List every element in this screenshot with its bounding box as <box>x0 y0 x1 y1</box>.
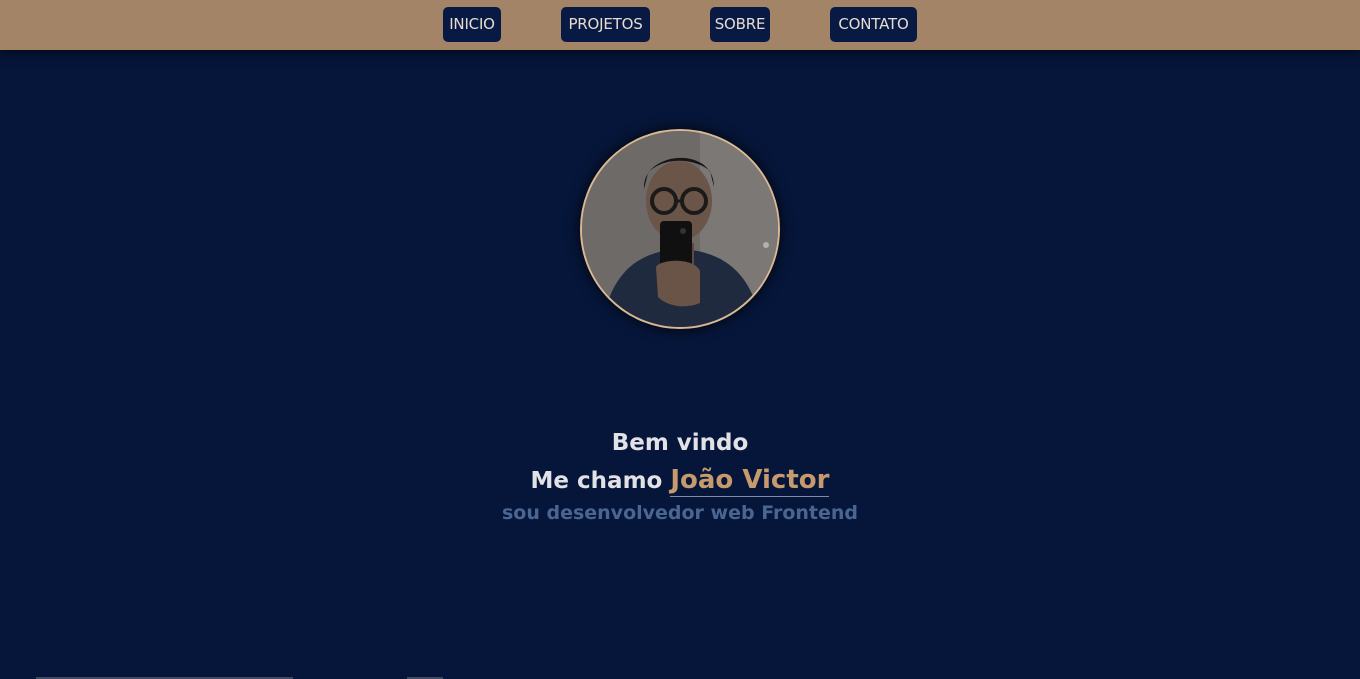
nav-contato-button[interactable]: CONTATO <box>830 7 917 42</box>
name-highlight: João Victor <box>670 465 830 497</box>
nav-projetos-button[interactable]: PROJETOS <box>561 7 650 42</box>
profile-avatar <box>580 129 780 329</box>
role-subtitle: sou desenvolvedor web Frontend <box>501 502 859 524</box>
intro-prefix: Me chamo <box>530 468 671 494</box>
intro-line: Me chamo João Victor <box>0 465 1360 497</box>
top-navigation-bar: INICIO PROJETOS SOBRE CONTATO <box>0 0 1360 50</box>
greeting-heading: Bem vindo <box>611 430 749 456</box>
nav-sobre-button[interactable]: SOBRE <box>710 7 770 42</box>
profile-photo-icon <box>582 131 778 327</box>
nav-inicio-button[interactable]: INICIO <box>443 7 501 42</box>
